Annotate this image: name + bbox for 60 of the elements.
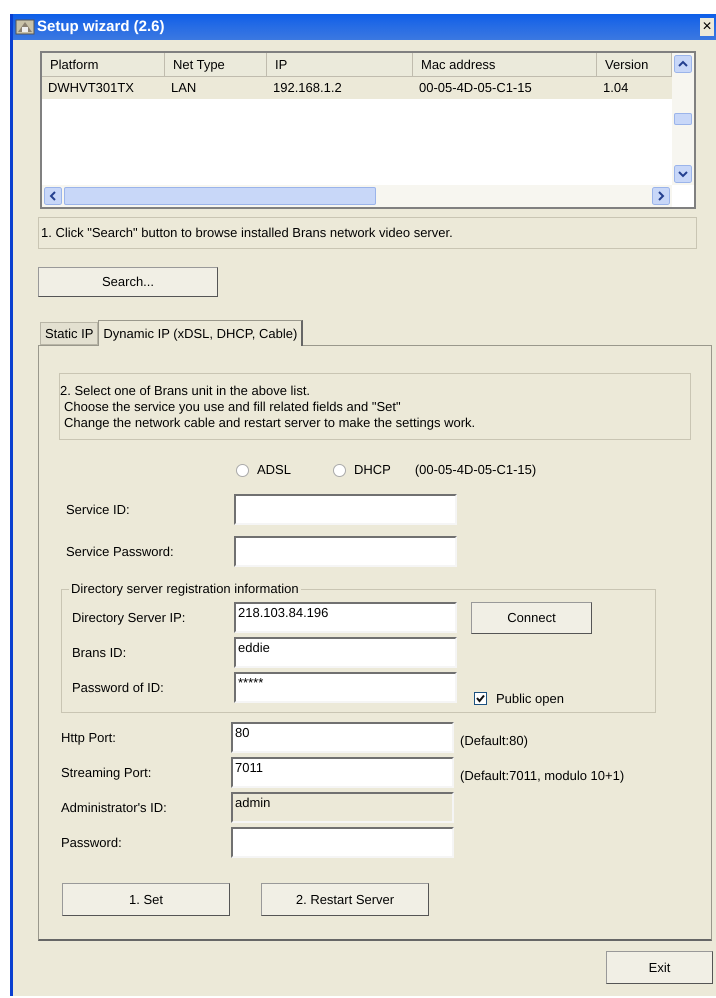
scroll-right-icon[interactable]: [652, 187, 670, 205]
scroll-up-icon[interactable]: [674, 55, 692, 73]
input-field[interactable]: [231, 827, 454, 858]
input-field[interactable]: [234, 536, 457, 567]
scroll-thumb[interactable]: [674, 113, 692, 125]
scroll-thumb[interactable]: [64, 187, 376, 205]
input-field[interactable]: 218.103.84.196: [234, 602, 457, 633]
vertical-scrollbar[interactable]: [672, 53, 694, 185]
status-message: 1. Click "Search" button to browse installed Brans network video server.: [38, 217, 697, 249]
input-field[interactable]: 7011: [231, 757, 454, 788]
radio-button[interactable]: [236, 464, 249, 476]
instruction-text: Change the network cable and restart server to make the settings work.: [63, 414, 476, 430]
input-field[interactable]: 80: [231, 722, 454, 753]
field-label: Streaming Port:: [61, 764, 152, 782]
column-header[interactable]: IP: [267, 53, 413, 77]
field-label: Password of ID:: [72, 678, 165, 697]
scroll-left-icon[interactable]: [44, 187, 62, 205]
column-header[interactable]: Net Type: [165, 53, 267, 77]
input-field[interactable]: [234, 494, 457, 525]
field-label: Password:: [61, 834, 123, 852]
table-cell-text: 1.04: [602, 79, 630, 98]
mac-address-label: (00-05-4D-05-C1-15): [414, 461, 536, 480]
app-icon: [15, 18, 35, 36]
action-button[interactable]: 1. Set: [62, 883, 230, 916]
default-hint: (Default:7011, modulo 10+1): [460, 766, 624, 785]
field-label: Http Port:: [61, 728, 117, 747]
table-row[interactable]: DWHVT301TX LAN 192.168.1.2 00-05-4D-05-C1-15 1.04: [42, 77, 672, 99]
field-label: Brans ID:: [72, 644, 128, 662]
tab[interactable]: Static IP: [40, 322, 98, 345]
tab[interactable]: Dynamic IP (xDSL, DHCP, Cable): [98, 320, 304, 346]
exit-button[interactable]: Exit: [606, 951, 713, 984]
radio-label[interactable]: ADSL: [257, 460, 291, 480]
input-field[interactable]: eddie: [234, 637, 457, 668]
field-label: Service ID:: [66, 500, 131, 519]
search-button[interactable]: Search...: [38, 267, 218, 297]
checkbox[interactable]: [474, 692, 487, 705]
window-title: Setup wizard (2.6): [37, 16, 165, 37]
table-cell-text: 192.168.1.2: [272, 79, 343, 98]
horizontal-scrollbar[interactable]: [42, 185, 672, 207]
radio-label[interactable]: DHCP: [354, 460, 391, 480]
field-label: Administrator's ID:: [61, 798, 168, 817]
radio-button[interactable]: [332, 464, 346, 476]
input-field[interactable]: *****: [234, 672, 457, 703]
column-header[interactable]: Platform: [42, 53, 165, 77]
instruction-text: Choose the service you use and fill related fields and "Set": [63, 398, 402, 414]
action-button[interactable]: 2. Restart Server: [261, 883, 429, 916]
table-cell-text: 00-05-4D-05-C1-15: [418, 79, 533, 98]
group-legend: Directory server registration information: [69, 581, 301, 597]
field-label: Service Password:: [66, 542, 175, 561]
instruction-text: 2. Select one of Brans unit in the above list.: [60, 382, 312, 398]
scroll-down-icon[interactable]: [674, 165, 692, 183]
field-label: Directory Server IP:: [72, 608, 186, 627]
checkbox-label[interactable]: Public open: [496, 688, 564, 708]
default-hint: (Default:80): [460, 732, 528, 750]
table-cell-text: LAN: [170, 79, 198, 98]
close-button[interactable]: ×: [700, 18, 714, 36]
connect-button[interactable]: Connect: [471, 602, 592, 634]
column-header[interactable]: Version: [597, 53, 672, 77]
column-header[interactable]: Mac address: [413, 53, 597, 77]
table-cell-text: DWHVT301TX: [47, 79, 135, 98]
